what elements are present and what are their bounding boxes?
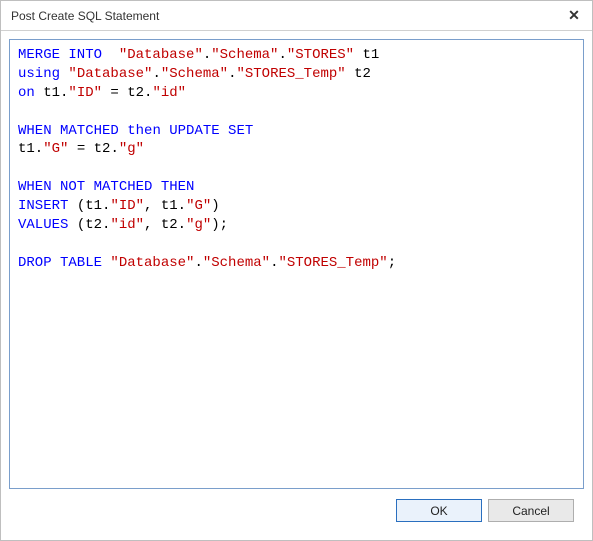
string-token: "Database" — [110, 255, 194, 271]
button-bar: OK Cancel — [9, 489, 584, 532]
string-token: "STORES_Temp" — [278, 255, 387, 271]
code-line: WHEN MATCHED then UPDATE SET — [18, 123, 253, 139]
text-token: ; — [388, 255, 396, 271]
code-line: VALUES (t2."id", t2."g"); — [18, 217, 228, 233]
text-token: t1. — [35, 85, 69, 101]
text-token: (t2. — [68, 217, 110, 233]
keyword-token: INSERT — [18, 198, 68, 214]
keyword-token: VALUES — [18, 217, 68, 233]
text-token: . — [278, 47, 286, 63]
ok-button[interactable]: OK — [396, 499, 482, 522]
string-token: "STORES" — [287, 47, 354, 63]
text-token — [119, 123, 127, 139]
keyword-token: on — [18, 85, 35, 101]
dialog-title: Post Create SQL Statement — [11, 9, 564, 23]
text-token: = t2. — [68, 141, 118, 157]
string-token: "Database" — [68, 66, 152, 82]
keyword-token: using — [18, 66, 60, 82]
string-token: "ID" — [68, 85, 102, 101]
string-token: "Schema" — [211, 47, 278, 63]
sql-editor[interactable]: MERGE INTO "Database"."Schema"."STORES" … — [9, 39, 584, 489]
string-token: "g" — [186, 217, 211, 233]
code-line: INSERT (t1."ID", t1."G") — [18, 198, 220, 214]
code-line: MERGE INTO "Database"."Schema"."STORES" … — [18, 47, 379, 63]
string-token: "id" — [110, 217, 144, 233]
keyword-token: then — [127, 123, 161, 139]
code-line: using "Database"."Schema"."STORES_Temp" … — [18, 66, 371, 82]
string-token: "Schema" — [203, 255, 270, 271]
text-token: ) — [211, 198, 219, 214]
string-token: "Schema" — [161, 66, 228, 82]
string-token: "Database" — [119, 47, 203, 63]
title-bar: Post Create SQL Statement ✕ — [1, 1, 592, 31]
code-line: on t1."ID" = t2."id" — [18, 85, 186, 101]
text-token: (t1. — [68, 198, 110, 214]
string-token: "id" — [152, 85, 186, 101]
keyword-token: WHEN NOT MATCHED THEN — [18, 179, 194, 195]
text-token: t1 — [354, 47, 379, 63]
close-icon: ✕ — [568, 7, 580, 24]
cancel-button[interactable]: Cancel — [488, 499, 574, 522]
text-token: . — [203, 47, 211, 63]
string-token: "g" — [119, 141, 144, 157]
text-token — [161, 123, 169, 139]
keyword-token: DROP TABLE — [18, 255, 102, 271]
close-button[interactable]: ✕ — [564, 6, 584, 26]
string-token: "STORES_Temp" — [236, 66, 345, 82]
keyword-token: MERGE INTO — [18, 47, 102, 63]
text-token: , t1. — [144, 198, 186, 214]
keyword-token: WHEN MATCHED — [18, 123, 119, 139]
text-token: . — [152, 66, 160, 82]
text-token: , t2. — [144, 217, 186, 233]
dialog-window: Post Create SQL Statement ✕ MERGE INTO "… — [0, 0, 593, 541]
text-token — [102, 47, 119, 63]
text-token: t2 — [346, 66, 371, 82]
text-token: t1. — [18, 141, 43, 157]
string-token: "G" — [43, 141, 68, 157]
text-token: = t2. — [102, 85, 152, 101]
dialog-content: MERGE INTO "Database"."Schema"."STORES" … — [1, 31, 592, 540]
keyword-token: UPDATE SET — [169, 123, 253, 139]
code-line: t1."G" = t2."g" — [18, 141, 144, 157]
string-token: "ID" — [110, 198, 144, 214]
text-token: . — [194, 255, 202, 271]
code-line: WHEN NOT MATCHED THEN — [18, 179, 194, 195]
code-line: DROP TABLE "Database"."Schema"."STORES_T… — [18, 255, 396, 271]
text-token: ); — [211, 217, 228, 233]
string-token: "G" — [186, 198, 211, 214]
